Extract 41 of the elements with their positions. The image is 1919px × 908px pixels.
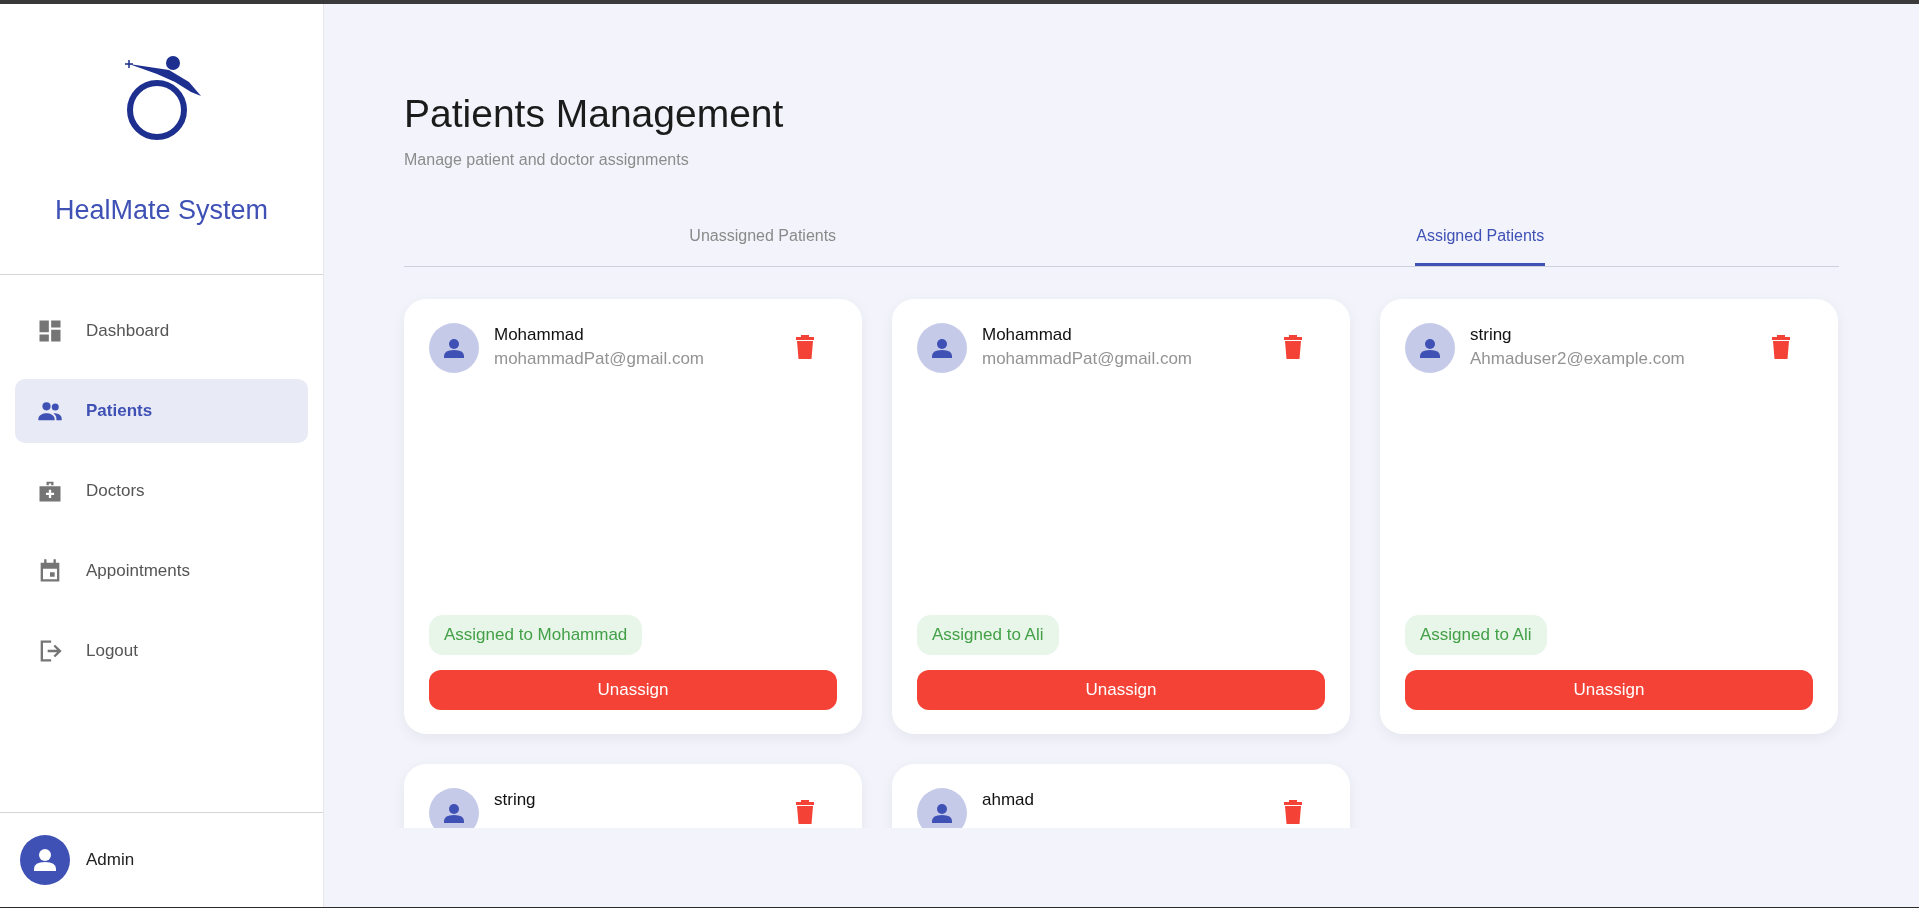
avatar-icon	[1405, 323, 1455, 373]
trash-icon	[1284, 800, 1302, 824]
delete-button[interactable]	[1772, 335, 1790, 359]
delete-button[interactable]	[796, 335, 814, 359]
nav-item[interactable]: Patients	[15, 379, 308, 443]
trash-icon	[796, 800, 814, 824]
delete-button[interactable]	[1284, 335, 1302, 359]
unassign-button[interactable]: Unassign	[917, 670, 1325, 710]
unassign-button[interactable]: Unassign	[1405, 670, 1813, 710]
tab[interactable]: Unassigned Patients	[688, 208, 838, 266]
page-title: Patients Management	[404, 91, 785, 137]
nav-item[interactable]: Logout	[15, 619, 308, 683]
trash-icon	[796, 335, 814, 359]
delete-button[interactable]	[796, 800, 814, 824]
tab[interactable]: Assigned Patients	[1415, 208, 1546, 266]
avatar-icon	[917, 323, 967, 373]
trash-icon	[1772, 335, 1790, 359]
app-title: HealMate System	[54, 194, 269, 227]
user-name: Admin	[86, 849, 135, 872]
avatar-icon	[429, 323, 479, 373]
nav-item[interactable]: Dashboard	[15, 299, 308, 363]
nav-item[interactable]: Doctors	[15, 459, 308, 523]
avatar-icon	[429, 788, 479, 828]
trash-icon	[1284, 335, 1302, 359]
patient-email: mohammadPat@gmail.com	[982, 348, 1193, 370]
patient-name: string	[494, 789, 537, 811]
patient-name: string	[1470, 324, 1513, 346]
assignment-badge: Assigned to Mohammad	[429, 615, 643, 655]
patient-email: mohammadPat@gmail.com	[494, 348, 705, 370]
unassign-button[interactable]: Unassign	[429, 670, 837, 710]
patient-email: Ahmaduser2@example.com	[1470, 348, 1686, 370]
avatar-icon	[917, 788, 967, 828]
assignment-badge: Assigned to Ali	[917, 615, 1059, 655]
patient-name: ahmad	[982, 789, 1035, 811]
nav-item[interactable]: Appointments	[15, 539, 308, 603]
user-avatar-icon	[20, 835, 70, 885]
page-subtitle: Manage patient and doctor assignments	[404, 150, 690, 170]
assignment-badge: Assigned to Ali	[1405, 615, 1547, 655]
delete-button[interactable]	[1284, 800, 1302, 824]
patient-name: Mohammad	[982, 324, 1073, 346]
patient-name: Mohammad	[494, 324, 585, 346]
